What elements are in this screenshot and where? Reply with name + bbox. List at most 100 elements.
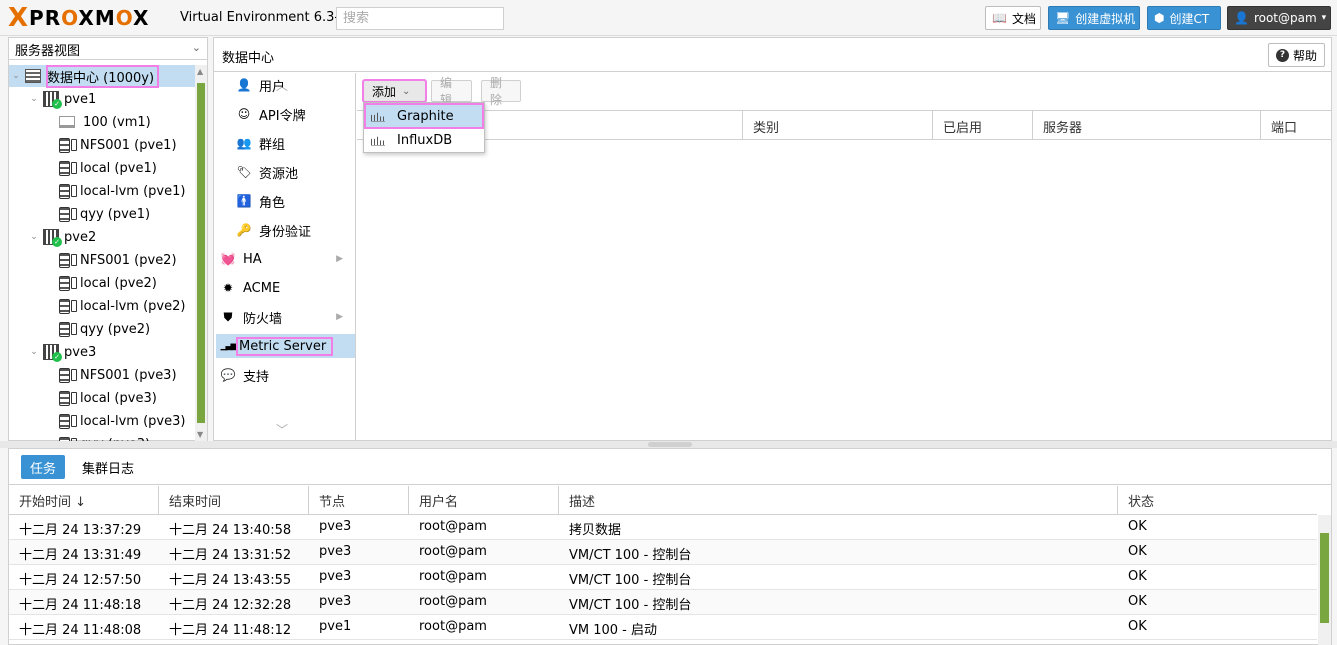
nav-item-label: 资源池 — [259, 166, 299, 182]
nav-item-label: HA — [243, 251, 262, 267]
tree-item-storage[interactable]: local-lvm (pve2) — [9, 295, 185, 317]
storage-icon — [59, 413, 70, 429]
menu-item-influxdb[interactable]: InfluxDB — [365, 128, 483, 152]
log-scrollbar[interactable] — [1318, 515, 1331, 645]
storage-icon — [71, 162, 77, 174]
tree-item-storage[interactable]: NFS001 (pve1) — [9, 134, 177, 156]
nav-item-key[interactable]: 🔑 身份验证 — [216, 218, 355, 242]
table-cell: pve3 — [319, 594, 352, 609]
tree-item-storage[interactable]: local (pve3) — [9, 387, 157, 409]
storage-icon — [71, 415, 77, 427]
user-menu-button[interactable]: 👤 root@pam ▾ — [1227, 6, 1331, 30]
nav-item-user-outline[interactable]: ☺ API令牌 — [216, 102, 355, 126]
storage-icon — [71, 369, 77, 381]
column-description[interactable]: 描述 — [559, 486, 1118, 514]
table-cell: pve1 — [319, 619, 352, 634]
node-icon: ✓ — [43, 344, 62, 362]
expand-icon[interactable]: ⌄ — [29, 94, 39, 104]
nav-item-label: Metric Server — [235, 336, 334, 356]
storage-icon — [59, 252, 70, 268]
tree-item-storage[interactable]: local (pve1) — [9, 157, 157, 179]
scroll-thumb[interactable] — [1320, 533, 1329, 623]
content-panel: 数据中心 ? 帮助 ︿ ﹀ 👤 用户 ☺ API令牌 👥 群组 🏷 资源池 🚹 角色 🔑 身份验证 💓 H… — [213, 37, 1332, 441]
column-end-time[interactable]: 结束时间 — [159, 486, 309, 514]
tree-item-storage[interactable]: qyy (pve2) — [9, 318, 150, 340]
nav-item-tags[interactable]: 🏷 资源池 — [216, 160, 355, 184]
column-type[interactable]: 类别 — [742, 111, 932, 140]
add-button[interactable]: 添加 ⌄ — [362, 79, 427, 103]
nav-item-label: 防火墙 — [243, 311, 283, 327]
proxmox-logo: X PROXMOX — [8, 5, 149, 31]
nav-item-male[interactable]: 🚹 角色 — [216, 189, 355, 213]
storage-icon — [71, 300, 77, 312]
tree-item-node[interactable]: ⌄ ✓ pve3 — [9, 341, 96, 363]
tab-tasks[interactable]: 任务 — [21, 455, 66, 479]
table-cell: VM/CT 100 - 控制台 — [569, 598, 692, 613]
tree-scrollbar[interactable]: ▲ ▼ — [195, 65, 207, 441]
tree-item-node[interactable]: ⌄ ✓ pve2 — [9, 226, 96, 248]
tree-item-storage[interactable]: local-lvm (pve1) — [9, 180, 185, 202]
nav-item-users[interactable]: 👥 群组 — [216, 131, 355, 155]
table-cell: 十二月 24 13:31:52 — [169, 548, 292, 563]
table-row[interactable]: 十二月 24 12:57:50 十二月 24 13:43:55 pve3 root@p… — [9, 565, 1317, 590]
table-cell: VM/CT 100 - 控制台 — [569, 573, 692, 588]
table-cell: pve3 — [319, 519, 352, 534]
column-node[interactable]: 节点 — [309, 486, 409, 514]
expand-icon[interactable]: ⌄ — [29, 347, 39, 357]
table-row[interactable]: 十二月 24 11:48:18 十二月 24 12:32:28 pve3 root@p… — [9, 590, 1317, 615]
nav-item-bar-chart[interactable]: ▁▃▅ Metric Server — [216, 334, 355, 358]
tree-item-storage[interactable]: NFS001 (pve3) — [9, 364, 177, 386]
tree-item-vm[interactable]: 100 (vm1) — [9, 111, 151, 133]
table-cell: 十二月 24 11:48:08 — [19, 623, 142, 638]
create-vm-button[interactable]: 🖥 创建虚拟机 — [1048, 6, 1140, 30]
scroll-up-icon: ▲ — [197, 67, 204, 76]
scroll-thumb[interactable] — [197, 83, 205, 423]
comments-icon: 💬 — [220, 368, 236, 382]
tree-item-datacenter[interactable]: ⌄ 数据中心 (1000y) — [9, 65, 195, 88]
view-selector[interactable]: 服务器视图 ⌄ — [9, 38, 207, 60]
menu-item-graphite[interactable]: Graphite — [364, 103, 484, 129]
column-server[interactable]: 服务器 — [1032, 111, 1260, 140]
expand-icon[interactable]: ⌄ — [11, 71, 21, 81]
tree-item-storage[interactable]: local (pve2) — [9, 272, 157, 294]
table-cell: 十二月 24 13:37:29 — [19, 523, 142, 538]
splitter-grip[interactable] — [648, 442, 692, 447]
table-cell: 十二月 24 12:32:28 — [169, 598, 292, 613]
nav-item-comments[interactable]: 💬 支持 — [216, 363, 355, 387]
tree-label: 数据中心 (1000y) — [45, 65, 160, 88]
docs-button[interactable]: 📖 文档 — [985, 6, 1041, 30]
storage-icon — [59, 367, 70, 383]
remove-button[interactable]: 删除 — [481, 76, 521, 107]
tree-item-storage[interactable]: local-lvm (pve3) — [9, 410, 185, 432]
column-port[interactable]: 端口 — [1260, 111, 1331, 140]
column-enabled[interactable]: 已启用 — [932, 111, 1032, 140]
nav-scroll-down-icon[interactable]: ﹀ — [276, 421, 288, 438]
nav-item-certificate[interactable]: ✹ ACME — [216, 276, 355, 300]
tab-cluster-log[interactable]: 集群日志 — [73, 455, 143, 479]
table-cell: pve3 — [319, 544, 352, 559]
panel-splitter[interactable] — [0, 441, 1337, 448]
table-cell: root@pam — [419, 569, 487, 584]
column-start-time[interactable]: 开始时间 ↓ — [9, 486, 159, 514]
tree-item-storage[interactable]: qyy (pve3) — [9, 433, 150, 441]
table-row[interactable]: 十二月 24 13:37:29 十二月 24 13:40:58 pve3 root@p… — [9, 515, 1317, 540]
tree-item-node[interactable]: ⌄ ✓ pve1 — [9, 88, 96, 110]
nav-item-heartbeat[interactable]: 💓 HA ▶ — [216, 247, 355, 271]
tree-item-storage[interactable]: qyy (pve1) — [9, 203, 150, 225]
search-input[interactable] — [336, 7, 504, 30]
chevron-right-icon: ▶ — [336, 254, 343, 264]
nav-item-shield[interactable]: ⛊ 防火墙 ▶ — [216, 305, 355, 329]
table-row[interactable]: 十二月 24 11:48:08 十二月 24 11:48:12 pve1 root@p… — [9, 615, 1317, 640]
table-row[interactable]: 十二月 24 13:31:49 十二月 24 13:31:52 pve3 root@p… — [9, 540, 1317, 565]
create-ct-button[interactable]: ⬢ 创建CT — [1147, 6, 1221, 30]
expand-icon[interactable]: ⌄ — [29, 232, 39, 242]
table-cell: 十二月 24 11:48:18 — [19, 598, 142, 613]
bar-chart-icon — [371, 136, 385, 146]
node-icon: ✓ — [43, 91, 62, 109]
help-button[interactable]: ? 帮助 — [1267, 43, 1325, 67]
tree-item-storage[interactable]: NFS001 (pve2) — [9, 249, 177, 271]
nav-item-user[interactable]: 👤 用户 — [216, 73, 355, 97]
column-status[interactable]: 状态 — [1118, 486, 1317, 514]
edit-button[interactable]: 编辑 — [431, 76, 472, 107]
column-username[interactable]: 用户名 — [409, 486, 559, 514]
